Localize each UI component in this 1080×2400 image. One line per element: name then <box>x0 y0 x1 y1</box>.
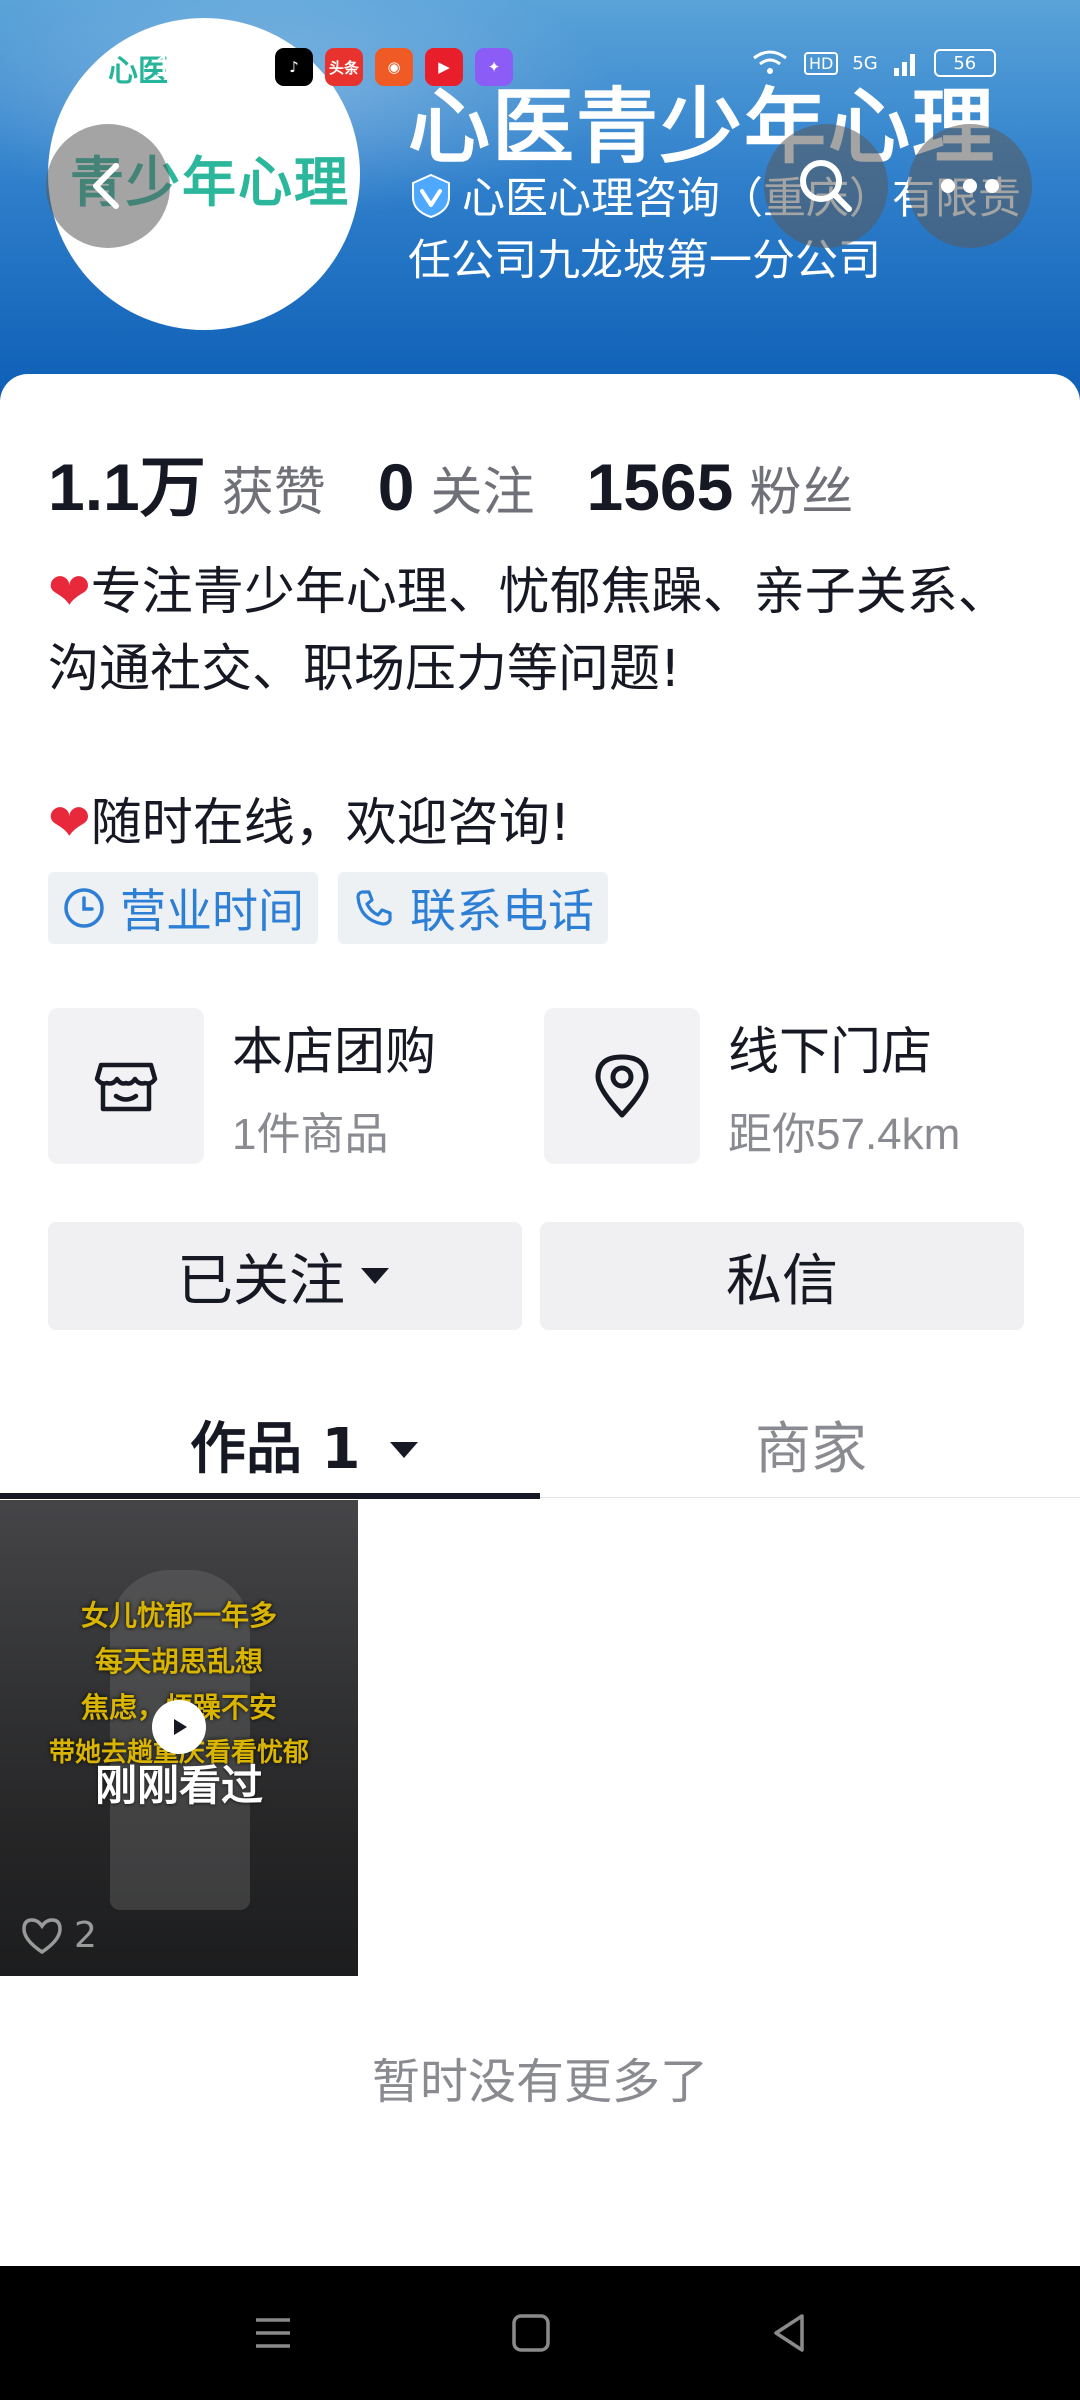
home-nav-icon[interactable] <box>510 2310 552 2356</box>
caret-down-icon <box>361 1268 389 1284</box>
store-cards: 本店团购 1件商品 线下门店 距你57.4km <box>48 1006 1048 1166</box>
wifi-icon <box>753 50 787 74</box>
profile-sheet: 1.1万 获赞 0 关注 1565 粉丝 ❤专注青少年心理、忧郁焦躁、亲子关系、… <box>0 374 1080 2266</box>
video-likes: 2 <box>20 1915 97 1956</box>
search-button[interactable] <box>764 124 888 248</box>
video-app-icon: ▶ <box>425 48 463 86</box>
tab-merchant[interactable]: 商家 <box>755 1404 867 1485</box>
status-app-icons: ♪ 头条 ◉ ▶ ✦ <box>275 48 513 86</box>
likes-count: 1.1万 <box>48 450 206 524</box>
business-hours-chip[interactable]: 营业时间 <box>48 872 318 944</box>
menu-nav-icon[interactable] <box>252 2310 294 2356</box>
caret-down-icon <box>389 1442 418 1458</box>
followers-label[interactable]: 粉丝 <box>749 450 853 525</box>
toutiao-icon: 头条 <box>325 48 363 86</box>
battery-level: 56 <box>953 52 977 74</box>
following-count[interactable]: 0 <box>378 449 415 525</box>
business-hours-label: 营业时间 <box>120 884 304 938</box>
recently-viewed-label: 刚刚看过 <box>94 1761 263 1810</box>
message-label: 私信 <box>726 1248 838 1314</box>
signal-5g-label: 5G <box>852 52 878 74</box>
weibo-icon: ◉ <box>375 48 413 86</box>
video-likes-count: 2 <box>74 1915 97 1956</box>
group-buy-subtitle: 1件商品 <box>232 1110 389 1159</box>
video-caption-2: 每天胡思乱想 <box>94 1645 263 1678</box>
heart-icon: ❤ <box>48 563 91 622</box>
verified-badge-icon <box>412 173 450 219</box>
shop-bag-icon <box>94 1062 158 1112</box>
heart-outline-icon <box>22 1917 62 1954</box>
offline-store-title: 线下门店 <box>728 1023 933 1082</box>
tab-works[interactable]: 作品 1 <box>190 1404 422 1485</box>
following-label[interactable]: 关注 <box>430 450 534 525</box>
tiktok-icon: ♪ <box>275 48 313 86</box>
battery-icon: 56 <box>933 49 996 77</box>
bio-line-1: ❤专注青少年心理、忧郁焦躁、亲子关系、沟通社交、职场压力等问题! <box>48 563 1009 699</box>
followed-label: 已关注 <box>177 1248 345 1314</box>
video-caption-1: 女儿忧郁一年多 <box>80 1599 277 1632</box>
group-buy-card[interactable]: 本店团购 1件商品 <box>48 1006 436 1166</box>
status-right: HD 5G 56 <box>750 48 996 78</box>
tab-works-label: 作品 1 <box>190 1417 361 1482</box>
more-dots-icon <box>941 179 999 193</box>
back-button[interactable] <box>46 124 170 248</box>
content-tabs: 作品 1 商家 <box>0 1374 1080 1499</box>
tab-active-indicator <box>0 1493 540 1499</box>
profile-bio: ❤专注青少年心理、忧郁焦躁、亲子关系、沟通社交、职场压力等问题! ❤随时在线，欢… <box>48 554 1038 862</box>
network-hd-label: HD <box>804 51 839 75</box>
phone-icon <box>356 890 392 926</box>
contact-phone-label: 联系电话 <box>410 884 594 938</box>
play-icon <box>152 1700 206 1754</box>
bio-line-2: ❤随时在线，欢迎咨询! <box>48 794 571 853</box>
likes-label: 获赞 <box>221 463 326 523</box>
heart-icon: ❤ <box>48 794 91 853</box>
profile-stats: 1.1万 获赞 0 关注 1565 粉丝 <box>48 434 905 530</box>
contact-phone-chip[interactable]: 联系电话 <box>338 872 608 944</box>
signal-bars-icon <box>893 54 915 76</box>
more-button[interactable] <box>908 124 1032 248</box>
no-more-label: 暂时没有更多了 <box>371 2054 708 2110</box>
group-buy-title: 本店团购 <box>232 1023 437 1082</box>
info-chips: 营业时间 联系电话 <box>48 872 608 944</box>
status-bar: 19:03 ♪ 头条 ◉ ▶ ✦ HD 5G 56 <box>0 40 1080 96</box>
followed-button[interactable]: 已关注 <box>48 1222 522 1330</box>
back-nav-icon[interactable] <box>768 2310 810 2356</box>
offline-store-distance: 距你57.4km <box>728 1110 961 1159</box>
clock-icon <box>64 888 104 928</box>
system-nav-bar <box>0 2266 1080 2400</box>
offline-store-card[interactable]: 线下门店 距你57.4km <box>544 1006 960 1166</box>
search-icon <box>800 160 852 212</box>
location-pin-icon <box>595 1054 649 1118</box>
followers-count[interactable]: 1565 <box>587 449 734 525</box>
message-button[interactable]: 私信 <box>540 1222 1024 1330</box>
pin-app-icon: ✦ <box>475 48 513 86</box>
chevron-left-icon <box>93 163 119 209</box>
status-time: 19:03 <box>155 50 231 83</box>
video-thumbnail[interactable]: 女儿忧郁一年多 每天胡思乱想 焦虑，烦躁不安 带她去趟重庆看看忧郁 刚刚看过 2 <box>0 1500 358 1976</box>
